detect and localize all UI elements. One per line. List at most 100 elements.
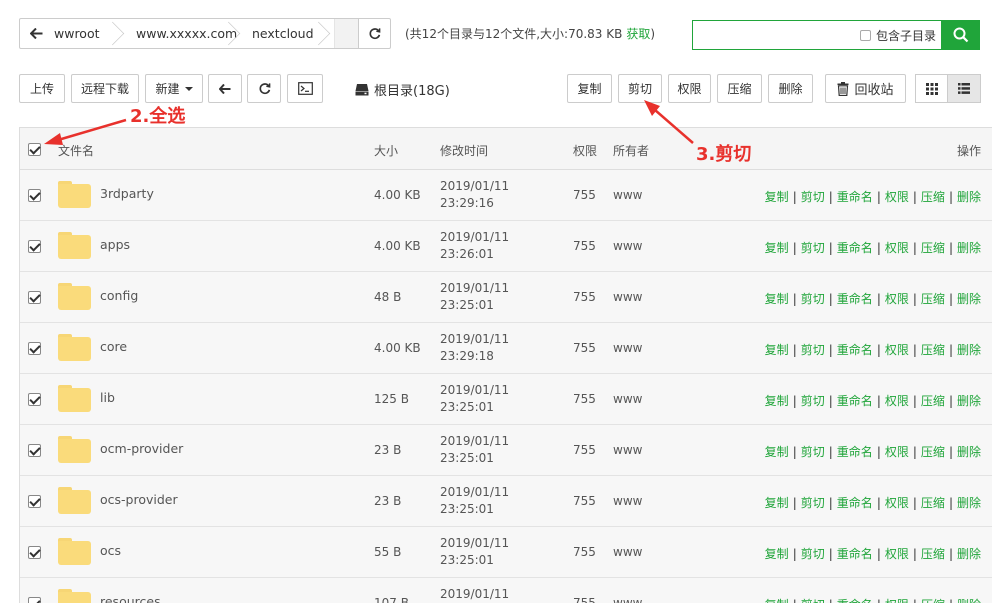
row-checkbox[interactable] — [28, 189, 41, 202]
row-op-link[interactable]: 权限 — [885, 343, 909, 357]
table-row[interactable]: lib 125 B 2019/01/11 23:25:01 755 www 复制 | 剪切 | 重命… — [20, 374, 992, 425]
search-input[interactable]: 包含子目录 — [692, 20, 942, 50]
row-op-link[interactable]: 压缩 — [921, 190, 945, 204]
row-op-link[interactable]: 重命名 — [837, 598, 873, 603]
row-op-link[interactable]: 复制 — [765, 547, 789, 561]
row-checkbox[interactable] — [28, 546, 41, 559]
row-op-link[interactable]: 重命名 — [837, 343, 873, 357]
row-op-link[interactable]: 重命名 — [837, 445, 873, 459]
grid-view-button[interactable] — [915, 74, 948, 103]
header-size[interactable]: 大小 — [374, 142, 398, 159]
row-op-link[interactable]: 压缩 — [921, 241, 945, 255]
row-op-link[interactable]: 重命名 — [837, 241, 873, 255]
row-op-link[interactable]: 复制 — [765, 598, 789, 603]
file-perm[interactable]: 755 — [573, 290, 596, 304]
row-op-link[interactable]: 权限 — [885, 190, 909, 204]
file-perm[interactable]: 755 — [573, 545, 596, 559]
header-mtime[interactable]: 修改时间 — [440, 142, 488, 159]
row-op-link[interactable]: 压缩 — [921, 547, 945, 561]
row-op-link[interactable]: 压缩 — [921, 343, 945, 357]
remote-download-button[interactable]: 远程下载 — [71, 74, 139, 103]
file-name[interactable]: core — [100, 339, 127, 354]
file-name[interactable]: lib — [100, 390, 115, 405]
row-checkbox[interactable] — [28, 495, 41, 508]
file-name[interactable]: config — [100, 288, 138, 303]
permission-button[interactable]: 权限 — [668, 74, 711, 103]
file-name[interactable]: ocm-provider — [100, 441, 183, 456]
row-op-link[interactable]: 剪切 — [801, 496, 825, 510]
row-op-link[interactable]: 压缩 — [921, 598, 945, 603]
file-name[interactable]: resources — [100, 594, 161, 603]
file-perm[interactable]: 755 — [573, 494, 596, 508]
file-perm[interactable]: 755 — [573, 392, 596, 406]
delete-button[interactable]: 删除 — [768, 74, 813, 103]
copy-button[interactable]: 复制 — [567, 74, 612, 103]
row-op-link[interactable]: 重命名 — [837, 496, 873, 510]
row-op-link[interactable]: 剪切 — [801, 547, 825, 561]
file-name[interactable]: apps — [100, 237, 130, 252]
file-name[interactable]: ocs — [100, 543, 121, 558]
select-all-checkbox[interactable] — [28, 143, 41, 156]
row-op-link[interactable]: 剪切 — [801, 190, 825, 204]
refresh-button[interactable] — [247, 74, 281, 103]
row-op-link[interactable]: 重命名 — [837, 394, 873, 408]
file-perm[interactable]: 755 — [573, 596, 596, 603]
cut-button[interactable]: 剪切 — [618, 74, 662, 103]
recycle-bin-button[interactable]: 回收站 — [825, 74, 906, 103]
row-op-link[interactable]: 重命名 — [837, 190, 873, 204]
row-op-link[interactable]: 权限 — [885, 241, 909, 255]
row-op-link[interactable]: 压缩 — [921, 445, 945, 459]
row-op-link[interactable]: 删除 — [957, 292, 981, 306]
row-checkbox[interactable] — [28, 444, 41, 457]
row-checkbox[interactable] — [28, 393, 41, 406]
row-op-link[interactable]: 权限 — [885, 598, 909, 603]
row-op-link[interactable]: 权限 — [885, 292, 909, 306]
table-row[interactable]: core 4.00 KB 2019/01/11 23:29:18 755 www 复制 | 剪切… — [20, 323, 992, 374]
file-perm[interactable]: 755 — [573, 188, 596, 202]
row-op-link[interactable]: 复制 — [765, 496, 789, 510]
table-row[interactable]: 3rdparty 4.00 KB 2019/01/11 23:29:16 755 www 复… — [20, 170, 992, 221]
table-row[interactable]: config 48 B 2019/01/11 23:25:01 755 www 复制 | 剪切 |… — [20, 272, 992, 323]
row-op-link[interactable]: 剪切 — [801, 292, 825, 306]
table-row[interactable]: apps 4.00 KB 2019/01/11 23:26:01 755 www 复制 | 剪切… — [20, 221, 992, 272]
row-op-link[interactable]: 剪切 — [801, 598, 825, 603]
file-perm[interactable]: 755 — [573, 443, 596, 457]
row-op-link[interactable]: 复制 — [765, 394, 789, 408]
row-op-link[interactable]: 删除 — [957, 496, 981, 510]
search-button[interactable] — [941, 20, 980, 50]
row-op-link[interactable]: 剪切 — [801, 394, 825, 408]
table-row[interactable]: ocs-provider 23 B 2019/01/11 23:25:01 755 www… — [20, 476, 992, 527]
back-button[interactable] — [208, 74, 242, 103]
compress-button[interactable]: 压缩 — [717, 74, 762, 103]
table-row[interactable]: ocs 55 B 2019/01/11 23:25:01 755 www 复制 | 剪切 | 重命名… — [20, 527, 992, 578]
breadcrumb-item[interactable]: www.xxxxx.com — [128, 19, 244, 48]
row-op-link[interactable]: 复制 — [765, 343, 789, 357]
row-op-link[interactable]: 删除 — [957, 445, 981, 459]
row-checkbox[interactable] — [28, 240, 41, 253]
breadcrumb-item[interactable]: nextcloud — [244, 19, 334, 48]
file-perm[interactable]: 755 — [573, 239, 596, 253]
row-checkbox[interactable] — [28, 597, 41, 603]
row-op-link[interactable]: 复制 — [765, 190, 789, 204]
row-checkbox[interactable] — [28, 291, 41, 304]
row-op-link[interactable]: 压缩 — [921, 394, 945, 408]
row-op-link[interactable]: 剪切 — [801, 445, 825, 459]
path-back-button[interactable] — [20, 19, 52, 48]
fetch-size-link[interactable]: 获取 — [626, 27, 650, 41]
table-row[interactable]: resources 107 B 2019/01/11 755 www 复制 | 剪切 | 重命名 |… — [20, 578, 992, 603]
row-op-link[interactable]: 权限 — [885, 496, 909, 510]
path-input-area[interactable] — [334, 19, 358, 48]
row-op-link[interactable]: 复制 — [765, 241, 789, 255]
row-op-link[interactable]: 权限 — [885, 394, 909, 408]
terminal-button[interactable] — [287, 74, 323, 103]
path-refresh-button[interactable] — [358, 19, 390, 48]
header-name[interactable]: 文件名 — [58, 142, 94, 159]
list-view-button[interactable] — [948, 74, 981, 103]
row-op-link[interactable]: 删除 — [957, 190, 981, 204]
row-op-link[interactable]: 重命名 — [837, 547, 873, 561]
file-name[interactable]: ocs-provider — [100, 492, 178, 507]
row-op-link[interactable]: 删除 — [957, 394, 981, 408]
row-op-link[interactable]: 剪切 — [801, 343, 825, 357]
row-op-link[interactable]: 删除 — [957, 598, 981, 603]
row-op-link[interactable]: 删除 — [957, 241, 981, 255]
